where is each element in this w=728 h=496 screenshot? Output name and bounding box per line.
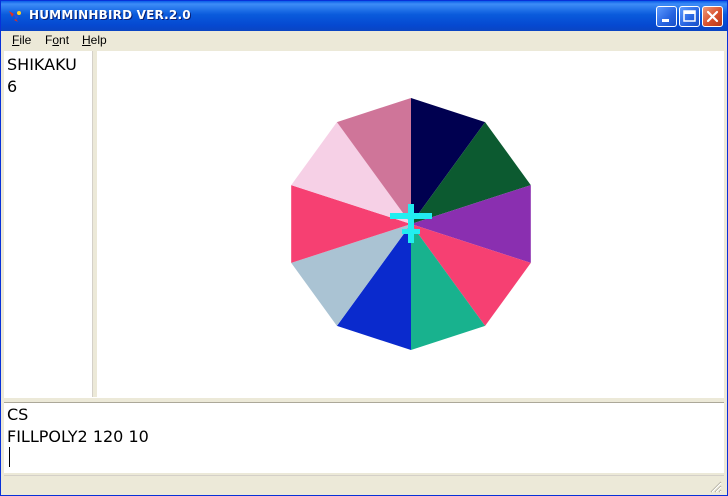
- window-title: HUMMINHBIRD VER.2.0: [29, 8, 191, 22]
- menu-help-rest: elp: [90, 33, 107, 47]
- menu-help-accel: H: [82, 33, 91, 47]
- drawing-canvas[interactable]: [97, 51, 724, 397]
- maximize-icon: [683, 10, 696, 22]
- resize-grip-icon[interactable]: [709, 480, 722, 493]
- menu-font[interactable]: Font: [45, 33, 69, 47]
- close-button[interactable]: [702, 6, 723, 27]
- panel-line-value: 6: [7, 77, 18, 96]
- title-bar[interactable]: HUMMINHBIRD VER.2.0: [1, 1, 727, 31]
- menu-help[interactable]: Help: [82, 33, 107, 47]
- panel-line-name: SHIKAKU: [7, 55, 77, 74]
- menu-bar: File Font Help: [4, 31, 724, 50]
- console-line-1: CS: [7, 405, 29, 424]
- menu-file-rest: ile: [19, 33, 32, 47]
- maximize-button[interactable]: [679, 6, 700, 27]
- menu-file[interactable]: File: [12, 33, 31, 47]
- console-line-2: FILLPOLY2 120 10: [7, 427, 149, 446]
- decagon-drawing: [291, 98, 531, 350]
- hummingbird-icon[interactable]: [7, 8, 23, 24]
- main-window: HUMMINHBIRD VER.2.0 File Font Help SHIKA…: [0, 0, 728, 496]
- menu-font-rest: nt: [59, 33, 70, 47]
- command-console[interactable]: CS FILLPOLY2 120 10: [4, 403, 724, 473]
- variable-panel[interactable]: SHIKAKU 6: [4, 51, 95, 397]
- text-caret: [9, 447, 10, 467]
- status-bar: [4, 475, 724, 495]
- close-icon: [706, 10, 719, 23]
- minimize-button[interactable]: [656, 6, 677, 27]
- minimize-icon: [662, 19, 669, 22]
